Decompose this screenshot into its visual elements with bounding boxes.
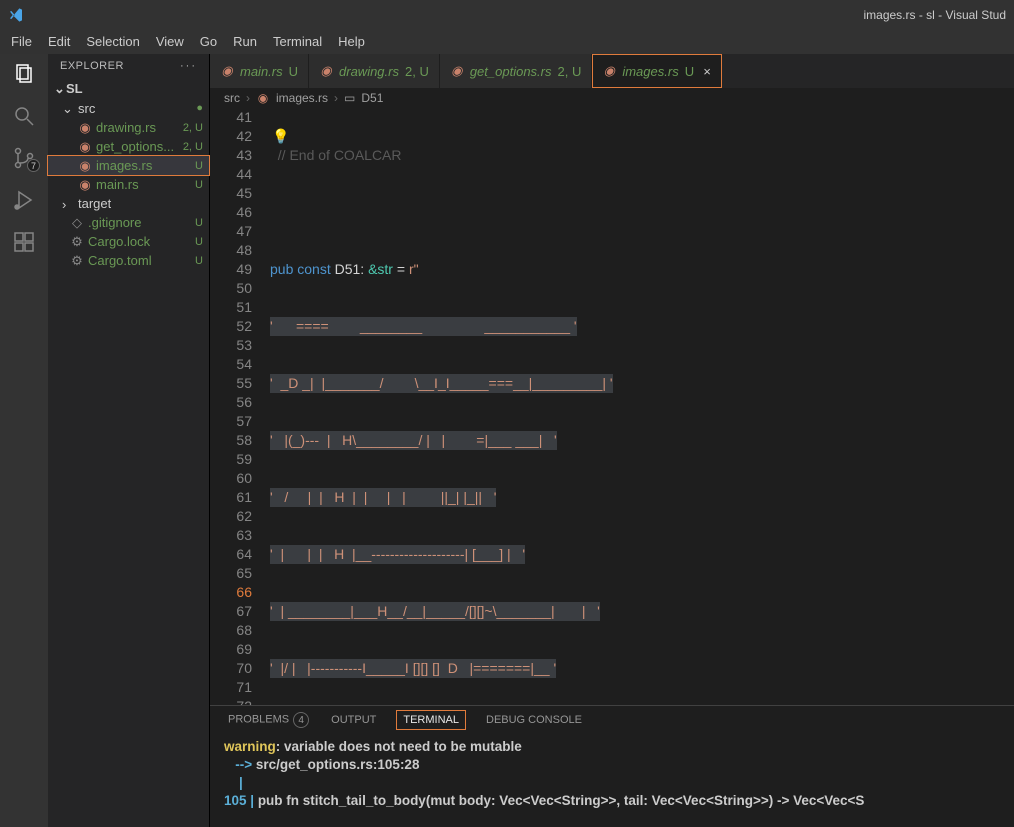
rust-file-icon: ◉ — [256, 91, 270, 105]
source-control-icon[interactable]: 7 — [12, 146, 36, 170]
sidebar-more-icon[interactable]: ··· — [180, 60, 197, 72]
close-icon[interactable]: × — [700, 64, 711, 79]
breadcrumb[interactable]: src› ◉images.rs› ▭D51 — [210, 88, 1014, 108]
tab-images[interactable]: ◉images.rs U× — [592, 54, 721, 88]
code-editor[interactable]: 💡 41424344454647484950515253545556575859… — [210, 108, 1014, 705]
rust-file-icon: ◉ — [78, 140, 92, 154]
rust-file-icon: ◉ — [78, 178, 92, 192]
chevron-down-icon: ⌄ — [62, 101, 74, 116]
rust-file-icon: ◉ — [78, 159, 92, 173]
folder-target[interactable]: ›target — [48, 194, 209, 213]
panel-problems[interactable]: PROBLEMS4 — [228, 712, 309, 728]
sidebar: EXPLORER ··· ⌄SL ⌄src● ◉drawing.rs2, U ◉… — [48, 54, 210, 827]
scm-badge: 7 — [27, 159, 40, 172]
tab-drawing[interactable]: ◉drawing.rs 2, U — [309, 54, 440, 88]
tab-main[interactable]: ◉main.rs U — [210, 54, 309, 88]
menu-go[interactable]: Go — [193, 30, 224, 53]
window-title: images.rs - sl - Visual Stud — [864, 8, 1007, 22]
menu-bar: File Edit Selection View Go Run Terminal… — [0, 29, 1014, 54]
rust-file-icon: ◉ — [319, 64, 333, 78]
gear-icon: ⚙ — [70, 254, 84, 268]
menu-file[interactable]: File — [4, 30, 39, 53]
rust-file-icon: ◉ — [78, 121, 92, 135]
file-gitignore[interactable]: ◇.gitignoreU — [48, 213, 209, 232]
file-drawing[interactable]: ◉drawing.rs2, U — [48, 118, 209, 137]
chevron-right-icon: › — [62, 197, 74, 211]
gear-icon: ⚙ — [70, 235, 84, 249]
menu-run[interactable]: Run — [226, 30, 264, 53]
lightbulb-icon[interactable]: 💡 — [272, 127, 289, 146]
title-bar: images.rs - sl - Visual Stud — [0, 0, 1014, 29]
gitignore-icon: ◇ — [70, 216, 84, 230]
rust-file-icon: ◉ — [220, 64, 234, 78]
line-numbers: 4142434445464748495051525354555657585960… — [210, 108, 270, 705]
sidebar-title: EXPLORER — [60, 60, 124, 72]
panel-debug[interactable]: DEBUG CONSOLE — [486, 714, 582, 726]
file-getoptions[interactable]: ◉get_options...2, U — [48, 137, 209, 156]
file-cargolock[interactable]: ⚙Cargo.lockU — [48, 232, 209, 251]
menu-terminal[interactable]: Terminal — [266, 30, 329, 53]
file-main[interactable]: ◉main.rsU — [48, 175, 209, 194]
menu-edit[interactable]: Edit — [41, 30, 77, 53]
panel-output[interactable]: OUTPUT — [331, 714, 376, 726]
file-cargotoml[interactable]: ⚙Cargo.tomlU — [48, 251, 209, 270]
rust-file-icon: ◉ — [450, 64, 464, 78]
code-content[interactable]: // End of COALCAR pub const D51: &str = … — [270, 108, 1014, 705]
explorer-icon[interactable] — [12, 62, 36, 86]
symbol-icon: ▭ — [344, 91, 355, 105]
bottom-panel: PROBLEMS4 OUTPUT TERMINAL DEBUG CONSOLE … — [210, 705, 1014, 827]
tab-getoptions[interactable]: ◉get_options.rs 2, U — [440, 54, 593, 88]
editor-group: ◉main.rs U ◉drawing.rs 2, U ◉get_options… — [210, 54, 1014, 827]
menu-view[interactable]: View — [149, 30, 191, 53]
vscode-logo-icon — [8, 7, 24, 23]
activity-bar: 7 — [0, 54, 48, 827]
tree-root[interactable]: ⌄SL — [48, 78, 209, 98]
file-images[interactable]: ◉images.rsU — [48, 156, 209, 175]
terminal-output[interactable]: warning: variable does not need to be mu… — [210, 734, 1014, 814]
menu-selection[interactable]: Selection — [79, 30, 146, 53]
panel-terminal[interactable]: TERMINAL — [398, 712, 464, 728]
rust-file-icon: ◉ — [602, 64, 616, 78]
search-icon[interactable] — [12, 104, 36, 128]
folder-src[interactable]: ⌄src● — [48, 98, 209, 118]
run-debug-icon[interactable] — [12, 188, 36, 212]
tab-bar: ◉main.rs U ◉drawing.rs 2, U ◉get_options… — [210, 54, 1014, 88]
extensions-icon[interactable] — [12, 230, 36, 254]
menu-help[interactable]: Help — [331, 30, 372, 53]
chevron-down-icon: ⌄ — [54, 81, 66, 97]
